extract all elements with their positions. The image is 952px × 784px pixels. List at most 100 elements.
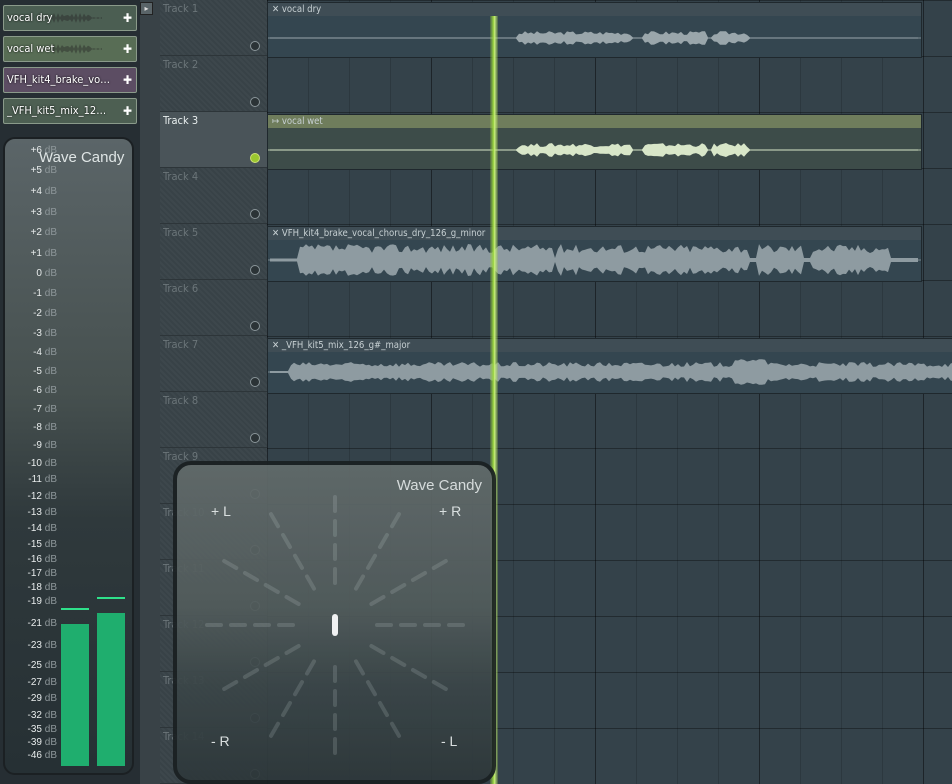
meter-bar-right: [97, 613, 125, 766]
clip-waveform: [268, 143, 921, 157]
add-clip-icon[interactable]: ✚: [123, 68, 132, 92]
db-unit: dB: [44, 440, 57, 451]
clip-title[interactable]: ✕ vocal dry: [268, 3, 921, 16]
add-clip-icon[interactable]: ✚: [123, 37, 132, 61]
db-scale-label: -25 dB: [11, 660, 57, 671]
label-plus-r: + R: [439, 503, 462, 519]
db-scale-label: -12 dB: [11, 491, 57, 502]
db-value: -14: [27, 523, 42, 534]
track-header[interactable]: Track 4: [160, 168, 267, 224]
db-value: -1: [33, 288, 42, 299]
db-value: +5: [30, 165, 42, 176]
db-scale-label: +3 dB: [11, 207, 57, 218]
db-unit: dB: [44, 248, 57, 259]
db-value: -39: [27, 737, 42, 748]
db-unit: dB: [44, 677, 57, 688]
db-value: -5: [33, 366, 42, 377]
label-plus-l: + L: [211, 503, 231, 519]
db-unit: dB: [44, 165, 57, 176]
track-name: Track 2: [163, 58, 199, 71]
playlist-clip[interactable]: ✕ VFH_kit4_brake_vocal_chorus_dry_126_g_…: [267, 226, 922, 282]
db-scale-label: +6 dB: [11, 145, 57, 156]
db-scale-label: -15 dB: [11, 539, 57, 550]
add-clip-icon[interactable]: ✚: [123, 6, 132, 30]
track-mute-led-icon[interactable]: [250, 209, 260, 219]
track-mute-led-icon[interactable]: [250, 321, 260, 331]
clip-label: vocal dry: [7, 11, 53, 24]
track-mute-led-icon[interactable]: [250, 265, 260, 275]
db-unit: dB: [44, 554, 57, 565]
db-scale-label: -21 dB: [11, 618, 57, 629]
scroll-arrow-icon[interactable]: ▸: [140, 2, 153, 15]
track-name: Track 5: [163, 226, 199, 239]
track-mute-led-icon[interactable]: [250, 433, 260, 443]
clip-item[interactable]: vocal wet ✚: [3, 36, 137, 62]
db-value: -10: [27, 458, 42, 469]
db-unit: dB: [44, 186, 57, 197]
track-mute-led-icon[interactable]: [250, 377, 260, 387]
db-unit: dB: [44, 568, 57, 579]
db-scale-label: -23 dB: [11, 640, 57, 651]
track-header[interactable]: Track 5: [160, 224, 267, 280]
db-scale-label: -8 dB: [11, 422, 57, 433]
db-scale-label: -18 dB: [11, 582, 57, 593]
db-unit: dB: [44, 458, 57, 469]
db-value: -9: [33, 440, 42, 451]
clip-title[interactable]: ↦ vocal wet: [268, 115, 921, 128]
db-scale-label: -9 dB: [11, 440, 57, 451]
track-mute-led-icon[interactable]: [250, 153, 260, 163]
db-scale-label: -10 dB: [11, 458, 57, 469]
playlist-clip[interactable]: ↦ vocal wet: [267, 114, 922, 170]
db-value: -16: [27, 554, 42, 565]
goniometer-title: Wave Candy: [396, 477, 482, 494]
db-unit: dB: [44, 404, 57, 415]
meter-peak-hold: [61, 608, 89, 610]
clip-item[interactable]: VFH_kit4_brake_voc... ✚: [3, 67, 137, 93]
db-value: -23: [27, 640, 42, 651]
db-scale-label: -2 dB: [11, 308, 57, 319]
track-header[interactable]: Track 7: [160, 336, 267, 392]
track-header[interactable]: Track 2: [160, 56, 267, 112]
db-value: +6: [30, 145, 42, 156]
db-unit: dB: [44, 710, 57, 721]
db-scale-label: -14 dB: [11, 523, 57, 534]
db-unit: dB: [44, 268, 57, 279]
track-name: Track 6: [163, 282, 199, 295]
db-value: +3: [30, 207, 42, 218]
db-unit: dB: [44, 207, 57, 218]
playlist-clip[interactable]: ✕ _VFH_kit5_mix_126_g#_major: [267, 338, 952, 394]
track-mute-led-icon[interactable]: [250, 97, 260, 107]
wave-candy-meter: Wave Candy +6 dB +5 dB +4 dB +3 dB +2 dB +1 d…: [3, 137, 134, 775]
db-value: -29: [27, 693, 42, 704]
track-header[interactable]: Track 8: [160, 392, 267, 448]
db-value: -32: [27, 710, 42, 721]
db-unit: dB: [44, 145, 57, 156]
db-value: -18: [27, 582, 42, 593]
db-unit: dB: [44, 347, 57, 358]
db-scale-label: +2 dB: [11, 227, 57, 238]
clip-item[interactable]: _VFH_kit5_mix_126_... ✚: [3, 98, 137, 124]
db-scale-label: 0 dB: [11, 268, 57, 279]
db-scale-label: -46 dB: [11, 750, 57, 761]
clip-waveform: [268, 244, 921, 276]
playlist-clip[interactable]: ✕ vocal dry: [267, 2, 922, 58]
db-scale-label: -11 dB: [11, 474, 57, 485]
db-unit: dB: [44, 288, 57, 299]
clip-label: vocal wet: [7, 42, 55, 55]
db-unit: dB: [44, 328, 57, 339]
db-value: -46: [27, 750, 42, 761]
clip-browser-panel: vocal dry ✚ vocal wet ✚ VFH_kit4_brake_voc..…: [0, 0, 140, 784]
db-scale-label: -16 dB: [11, 554, 57, 565]
track-mute-led-icon[interactable]: [250, 41, 260, 51]
db-scale-label: -5 dB: [11, 366, 57, 377]
clip-item[interactable]: vocal dry ✚: [3, 5, 137, 31]
track-header[interactable]: Track 6: [160, 280, 267, 336]
panel-divider[interactable]: [140, 0, 160, 784]
wave-candy-goniometer[interactable]: Wave Candy + L + R - R - L: [173, 461, 496, 784]
add-clip-icon[interactable]: ✚: [123, 99, 132, 123]
track-header[interactable]: Track 1: [160, 0, 267, 56]
track-name: Track 8: [163, 394, 199, 407]
clip-title[interactable]: ✕ _VFH_kit5_mix_126_g#_major: [268, 339, 952, 352]
track-header[interactable]: Track 3: [160, 112, 267, 168]
clip-title[interactable]: ✕ VFH_kit4_brake_vocal_chorus_dry_126_g_…: [268, 227, 921, 240]
